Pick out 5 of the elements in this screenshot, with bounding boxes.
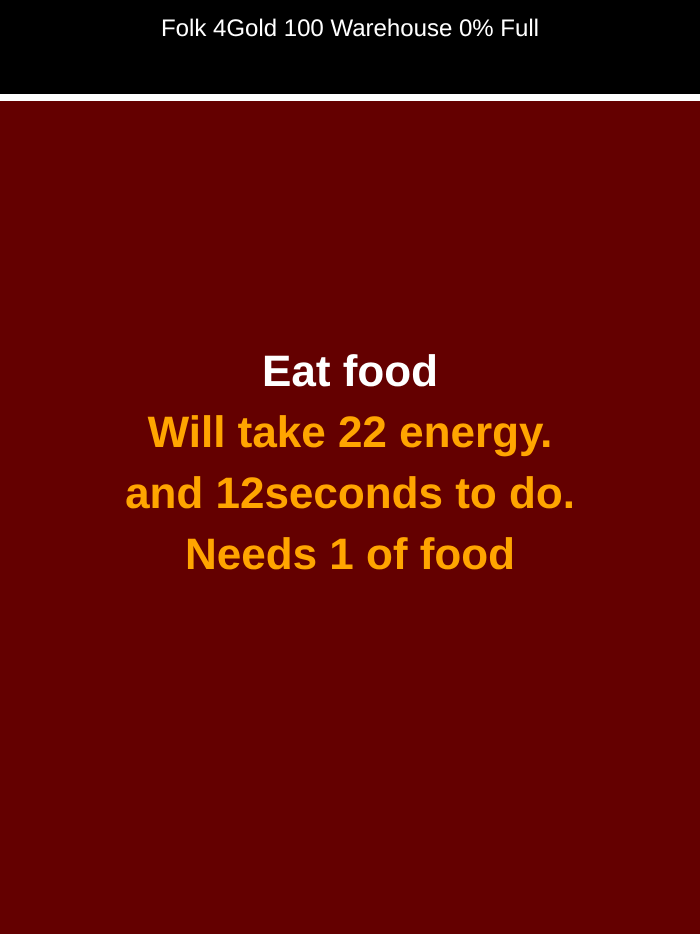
action-detail: Will take 22 energy. — [148, 406, 552, 458]
action-detail: and 12seconds to do. — [125, 468, 575, 520]
action-title: Eat food — [262, 346, 438, 398]
status-text: Folk 4Gold 100 Warehouse 0% Full — [161, 15, 539, 43]
action-detail: Needs 1 of food — [184, 528, 516, 580]
